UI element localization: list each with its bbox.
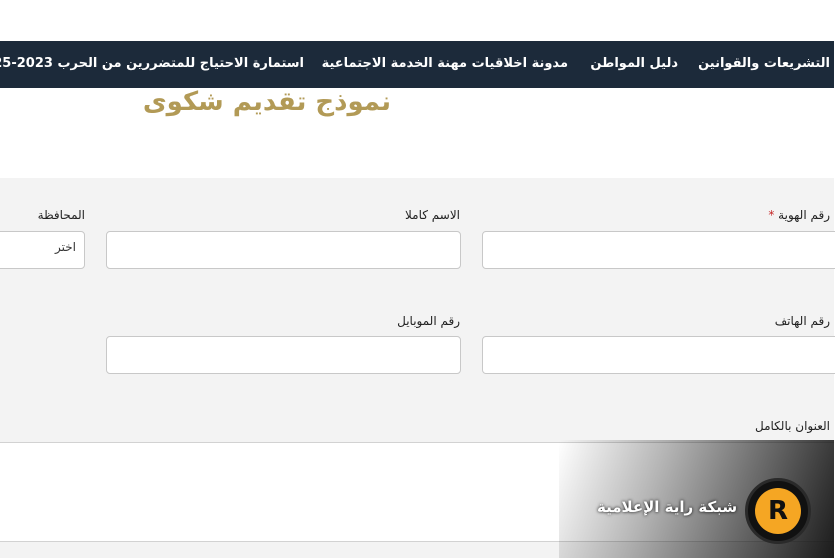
nav-item-citizen-guide[interactable]: دليل المواطن [591, 56, 679, 71]
governorate-selected-value: اختر [56, 240, 77, 254]
governorate-label: المحافظة [38, 208, 86, 222]
nav-item-legislation[interactable]: التشريعات والقوانين [699, 56, 831, 71]
full-name-label: الاسم كاملا [406, 208, 461, 222]
id-number-label: رقم الهوية * [769, 208, 831, 222]
phone-input[interactable] [483, 336, 835, 374]
required-mark: * [769, 208, 776, 222]
id-number-label-text: رقم الهوية [779, 208, 831, 222]
nav-item-ethics-code[interactable]: مدونة اخلاقيات مهنة الخدمة الاجتماعية [323, 56, 569, 71]
full-name-input[interactable] [107, 231, 462, 269]
mobile-label: رقم الموبايل [398, 314, 461, 328]
logo-letter: R [756, 488, 802, 534]
page-title: نموذج تقديم شكوى [143, 87, 392, 117]
mobile-input[interactable] [107, 336, 462, 374]
main-navbar: التشريعات والقوانين دليل المواطن مدونة ا… [0, 41, 835, 88]
raya-logo-icon: R [746, 478, 812, 544]
watermark-text: شبكة راية الإعلامية [598, 498, 739, 516]
id-number-input[interactable] [483, 231, 835, 269]
address-label: العنوان بالكامل [755, 419, 831, 433]
nav-item-needs-form[interactable]: استمارة الاحتياج للمتضررين من الحرب 2023… [0, 56, 305, 71]
phone-label: رقم الهاتف [775, 314, 831, 328]
governorate-select[interactable]: اختر [0, 231, 86, 269]
